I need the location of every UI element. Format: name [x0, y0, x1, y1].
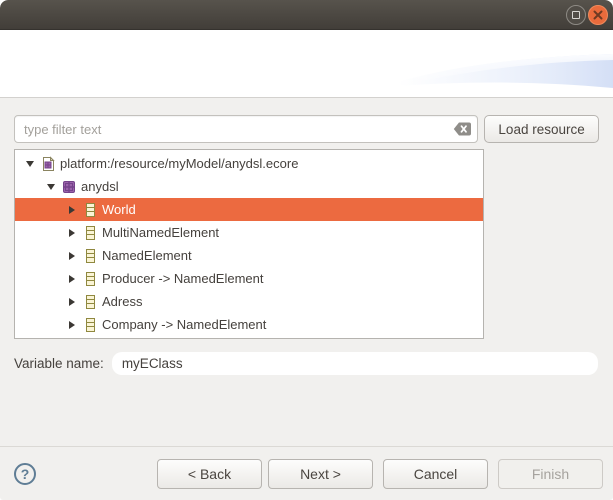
variable-name-input[interactable]: [112, 352, 598, 375]
eclass-icon: [82, 271, 98, 287]
window-controls: [566, 5, 608, 25]
finish-button[interactable]: Finish: [498, 459, 603, 489]
chevron-right-icon[interactable]: [64, 294, 79, 309]
chevron-right-icon[interactable]: [64, 248, 79, 263]
tree-item-label: NamedElement: [102, 248, 192, 263]
maximize-button[interactable]: [566, 5, 586, 25]
chevron-right-icon[interactable]: [64, 202, 79, 217]
tree-item-label: World: [102, 202, 136, 217]
eclass-icon: [82, 202, 98, 218]
eclass-icon: [82, 248, 98, 264]
tree-item-producer[interactable]: Producer -> NamedElement: [15, 267, 483, 290]
tree-item-label: Producer -> NamedElement: [102, 271, 264, 286]
cancel-button[interactable]: Cancel: [383, 459, 488, 489]
tree-item-label: MultiNamedElement: [102, 225, 219, 240]
eclass-icon: [82, 225, 98, 241]
tree-item-label: Company -> NamedElement: [102, 317, 266, 332]
tree-item-adress[interactable]: Adress: [15, 290, 483, 313]
tree-item-namedelement[interactable]: NamedElement: [15, 244, 483, 267]
back-button[interactable]: < Back: [157, 459, 262, 489]
button-bar: ? < Back Next > Cancel Finish: [0, 446, 613, 500]
tree-item-anydsl-package[interactable]: anydsl: [15, 175, 483, 198]
banner-swoosh-decoration: [398, 30, 613, 92]
tree-item-multinamedelement[interactable]: MultiNamedElement: [15, 221, 483, 244]
filter-row: Load resource: [14, 115, 599, 143]
variable-name-label: Variable name:: [14, 356, 104, 371]
wizard-banner: [0, 30, 613, 98]
ecore-file-icon: [40, 156, 56, 172]
chevron-down-icon[interactable]: [22, 156, 37, 171]
question-mark-icon: ?: [21, 466, 30, 482]
wizard-buttons: < Back Next > Cancel Finish: [151, 459, 603, 489]
filter-input[interactable]: [14, 115, 478, 143]
tree-item-label: anydsl: [81, 179, 119, 194]
maximize-icon: [572, 11, 580, 19]
wizard-content: Load resource platform:/resource/myModel…: [0, 98, 613, 375]
close-button[interactable]: [588, 5, 608, 25]
chevron-down-icon[interactable]: [43, 179, 58, 194]
tree-item-label: Adress: [102, 294, 142, 309]
wizard-dialog: Load resource platform:/resource/myModel…: [0, 0, 613, 500]
clear-filter-icon[interactable]: [453, 122, 472, 136]
chevron-right-icon[interactable]: [64, 317, 79, 332]
eclass-icon: [82, 317, 98, 333]
model-tree: platform:/resource/myModel/anydsl.ecore …: [14, 149, 484, 339]
load-resource-button[interactable]: Load resource: [484, 115, 599, 143]
close-icon: [593, 10, 603, 20]
chevron-right-icon[interactable]: [64, 225, 79, 240]
chevron-right-icon[interactable]: [64, 271, 79, 286]
tree-item-ecore-resource[interactable]: platform:/resource/myModel/anydsl.ecore: [15, 152, 483, 175]
help-button[interactable]: ?: [14, 463, 36, 485]
variable-name-row: Variable name:: [14, 352, 599, 375]
next-button[interactable]: Next >: [268, 459, 373, 489]
tree-item-world[interactable]: World: [15, 198, 483, 221]
eclass-icon: [82, 294, 98, 310]
tree-item-company[interactable]: Company -> NamedElement: [15, 313, 483, 336]
titlebar[interactable]: [0, 0, 613, 30]
epackage-icon: [61, 179, 77, 195]
tree-item-label: platform:/resource/myModel/anydsl.ecore: [60, 156, 298, 171]
filter-field: [14, 115, 478, 143]
